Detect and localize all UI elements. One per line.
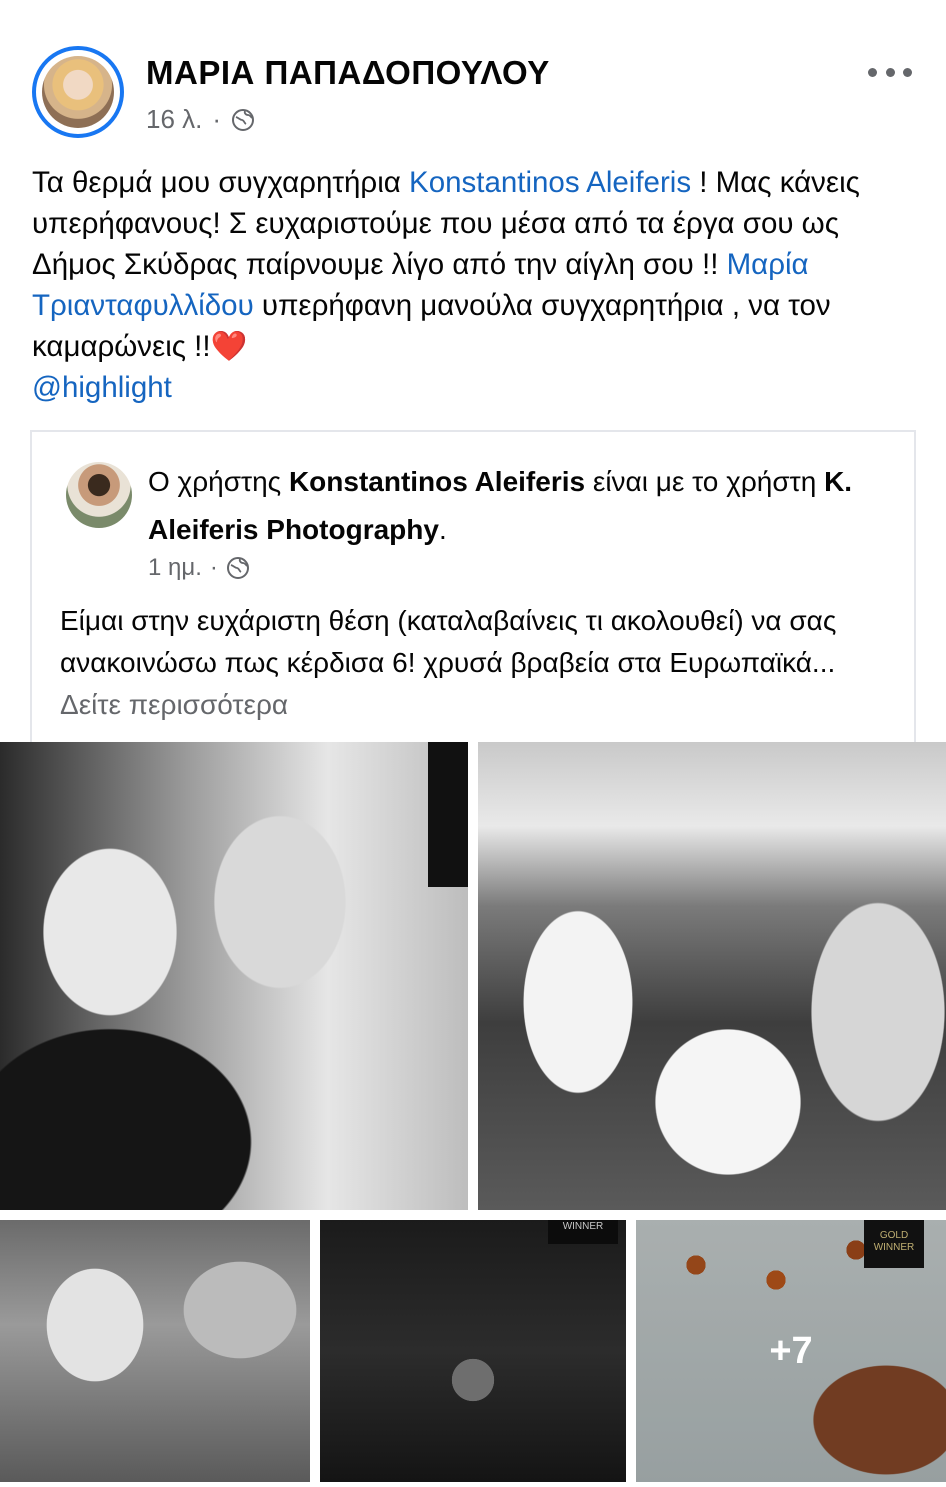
more-options-button[interactable] (868, 62, 912, 82)
photo-shrimp-portrait[interactable]: GOLD WINNER +7 (636, 1220, 946, 1482)
meta-separator: · (209, 554, 218, 581)
shared-time[interactable]: 1 ημ. (148, 554, 202, 582)
shared-suffix: . (438, 514, 447, 545)
shared-author-name[interactable]: Konstantinos Aleiferis (289, 466, 585, 497)
dot-icon (903, 67, 912, 77)
see-more-link[interactable]: Δείτε περισσότερα (60, 689, 288, 720)
post-text: Τα θερμά μου συγχαρητήρια Konstantinos A… (32, 162, 922, 408)
globe-icon[interactable] (231, 108, 255, 132)
globe-icon (226, 557, 249, 579)
author-avatar[interactable] (32, 46, 124, 138)
avatar-image (42, 56, 114, 128)
more-photos-count[interactable]: +7 (636, 1220, 946, 1482)
post-header: ΜΑΡΙΑ ΠΑΠΑΔΟΠΟΥΛΟΥ 16 λ. · (0, 0, 946, 160)
post-text-part: Τα θερμά μου συγχαρητήρια (32, 166, 410, 199)
shared-author-avatar[interactable] (66, 462, 132, 528)
dot-icon (868, 67, 877, 77)
post-time[interactable]: 16 λ. (146, 104, 202, 135)
winner-badge: WINNER (548, 1220, 618, 1244)
photo-family-album[interactable] (478, 742, 946, 1210)
shared-meta: 1 ημ. · (148, 554, 250, 582)
author-name[interactable]: ΜΑΡΙΑ ΠΑΠΑΔΟΠΟΥΛΟΥ (146, 54, 550, 92)
award-badge (428, 742, 468, 887)
post-meta: 16 λ. · (146, 104, 255, 135)
shared-body-text: Είμαι στην ευχάριστη θέση (καταλαβαίνεις… (60, 605, 837, 678)
meta-separator: · (212, 104, 222, 134)
photo-baby-family[interactable] (0, 1220, 310, 1482)
dot-icon (885, 67, 895, 77)
shared-header: Ο χρήστης Konstantinos Aleiferis είναι μ… (148, 458, 888, 554)
photo-mirror-portrait[interactable]: WINNER (320, 1220, 626, 1482)
mention-highlight[interactable]: @highlight (32, 371, 172, 404)
photo-grandmother-bride[interactable] (0, 742, 468, 1210)
shared-prefix: Ο χρήστης (148, 466, 289, 497)
mention-konstantinos[interactable]: Konstantinos Aleiferis (409, 166, 691, 199)
shared-post-card[interactable]: Ο χρήστης Konstantinos Aleiferis είναι μ… (30, 430, 916, 750)
heart-emoji: ❤️ (210, 330, 248, 363)
shared-middle: είναι με το χρήστη (585, 466, 825, 497)
shared-body: Είμαι στην ευχάριστη θέση (καταλαβαίνεις… (60, 600, 900, 726)
